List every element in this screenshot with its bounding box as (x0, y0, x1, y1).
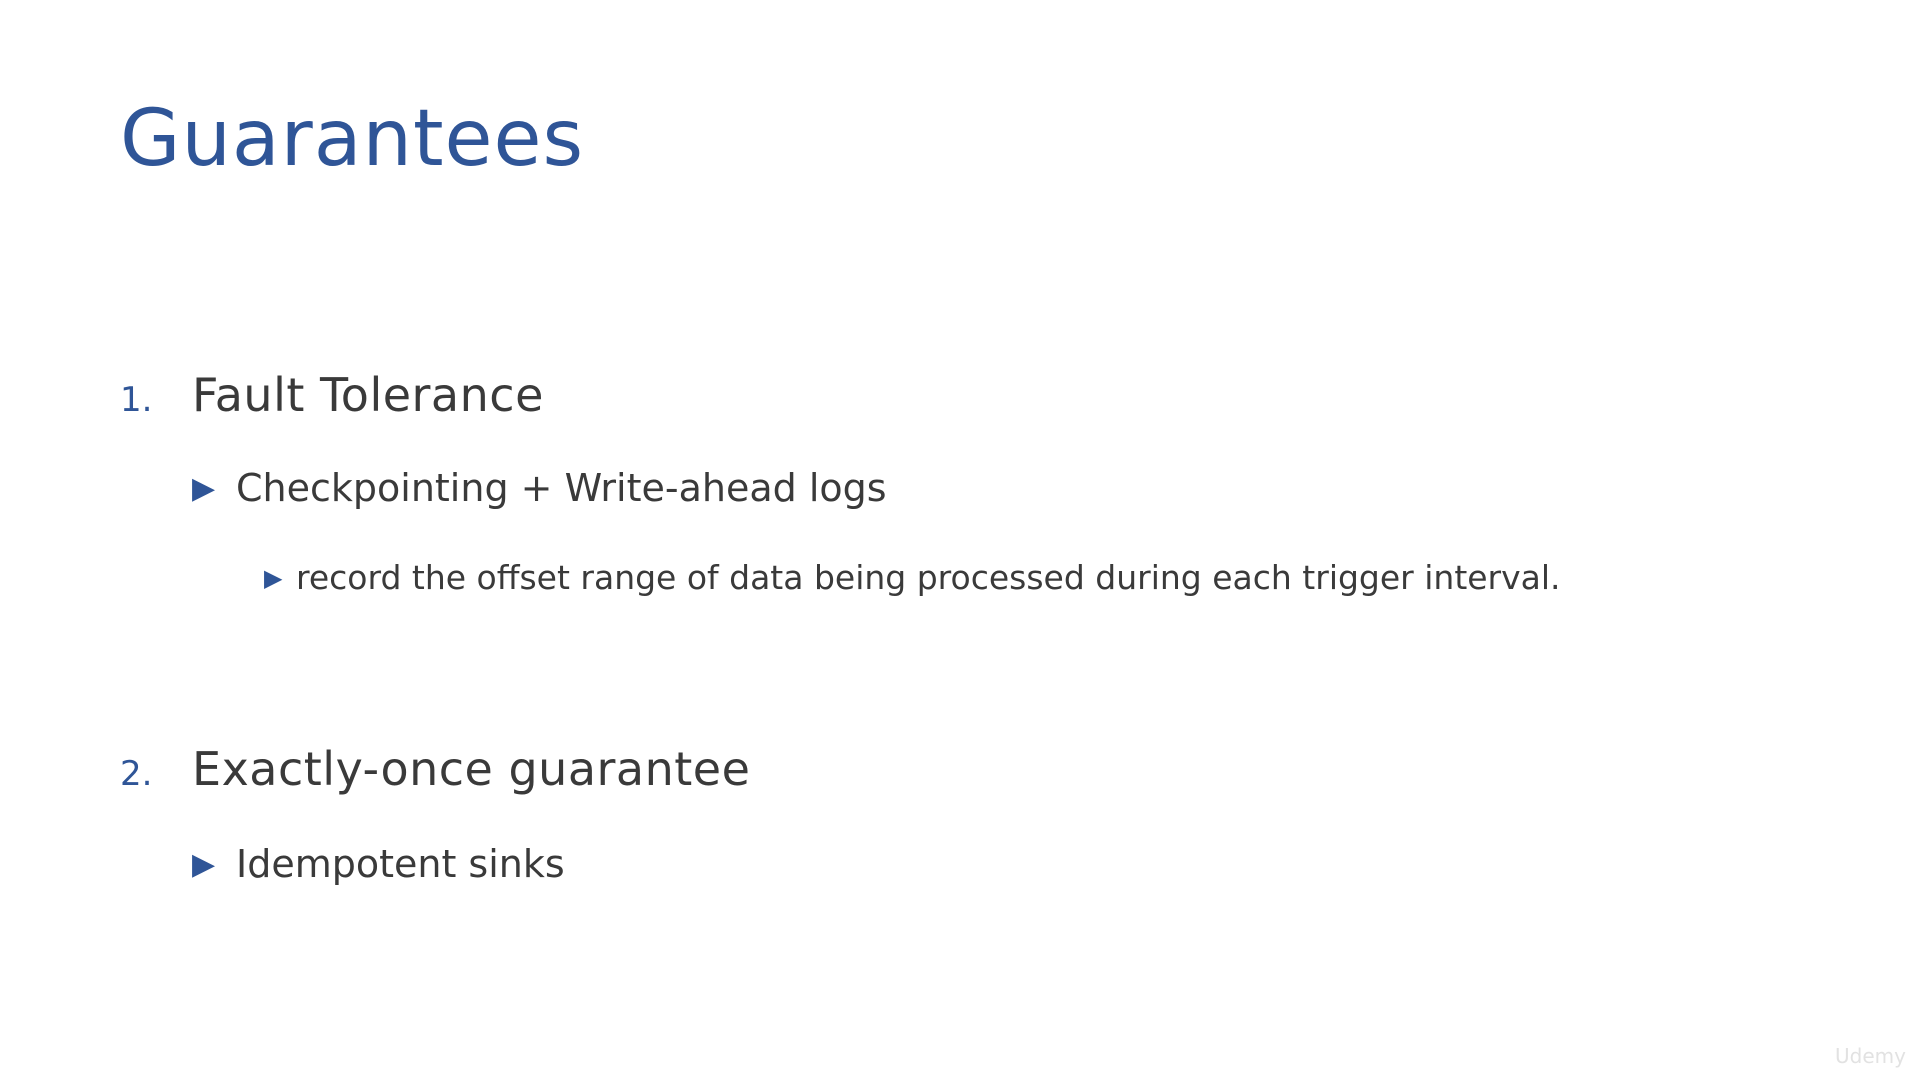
list-item-2: 2. Exactly-once guarantee (120, 742, 750, 796)
triangle-right-icon: ▶ (264, 563, 283, 592)
watermark-logo: Udemy (1835, 1044, 1906, 1068)
slide-title: Guarantees (120, 94, 585, 184)
sub-bullet-offset-range: ▶ record the offset range of data being … (264, 558, 1561, 597)
list-number-1: 1. (120, 380, 153, 420)
section-heading-exactly-once: Exactly-once guarantee (192, 742, 751, 796)
bullet-checkpointing: ▶ Checkpointing + Write-ahead logs (192, 466, 887, 510)
slide: Guarantees 1. Fault Tolerance ▶ Checkpoi… (0, 0, 1920, 1080)
bullet-text: Checkpointing + Write-ahead logs (236, 466, 887, 510)
section-heading-fault-tolerance: Fault Tolerance (192, 368, 544, 422)
list-number-2: 2. (120, 754, 153, 794)
sub-bullet-text: record the offset range of data being pr… (296, 558, 1561, 597)
triangle-right-icon: ▶ (192, 470, 216, 506)
bullet-text: Idempotent sinks (236, 842, 565, 886)
triangle-right-icon: ▶ (192, 846, 216, 882)
list-item-1: 1. Fault Tolerance (120, 368, 544, 422)
bullet-idempotent-sinks: ▶ Idempotent sinks (192, 842, 565, 886)
